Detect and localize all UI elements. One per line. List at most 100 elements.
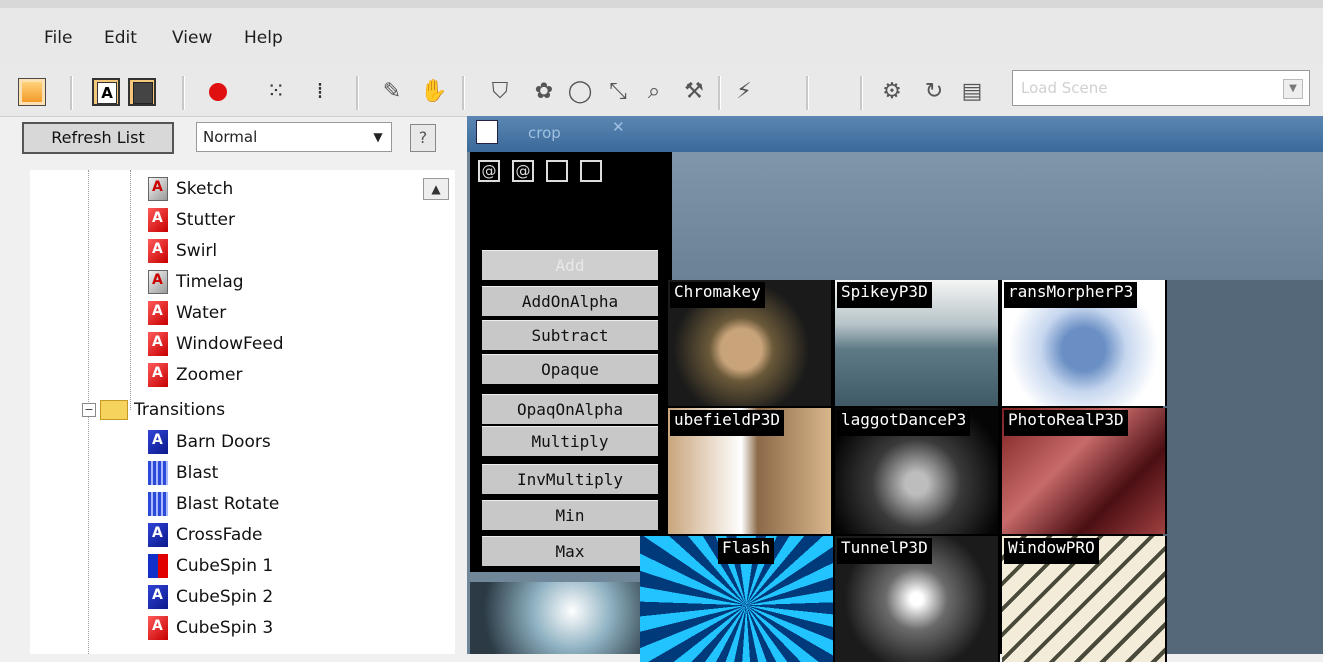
tree-item[interactable]: Barn Doors (148, 426, 271, 457)
viewer-side-area (1163, 280, 1323, 654)
paw-icon[interactable]: ✿ (530, 78, 558, 106)
tree-item-label: CubeSpin 1 (176, 555, 274, 576)
tree-item[interactable]: Water (148, 297, 226, 328)
mode-select[interactable]: Normal ▼ (196, 122, 392, 152)
blend-opaque-button[interactable]: Opaque (482, 354, 658, 384)
toolbar-separator (806, 76, 809, 110)
tree-item[interactable]: Blast (148, 457, 218, 488)
chevron-down-icon[interactable]: ▼ (1283, 79, 1303, 99)
video-layer-button[interactable] (128, 78, 156, 106)
toolbar-separator (70, 76, 73, 110)
menu-help[interactable]: Help (244, 28, 283, 48)
record-button[interactable] (204, 78, 232, 106)
blend-addonalpha-button[interactable]: AddOnAlpha (482, 286, 658, 316)
thumbnail-label: TunnelP3D (837, 538, 932, 564)
tool-icon[interactable]: ⚒ (680, 78, 708, 106)
swirl-icon[interactable]: @ (512, 160, 534, 182)
refresh-list-button[interactable]: Refresh List (22, 122, 174, 154)
tree-item-label: Timelag (176, 271, 244, 292)
tree-item[interactable]: Swirl (148, 235, 217, 266)
tree-item-label: Swirl (176, 240, 218, 261)
help-button[interactable]: ? (410, 124, 436, 152)
effect-thumbnail[interactable]: laggotDanceP3 (835, 408, 1000, 534)
empty-slot-icon[interactable] (580, 160, 602, 182)
tree-item-label: Barn Doors (176, 431, 271, 452)
text-layer-button[interactable]: A (92, 78, 120, 106)
ring-icon[interactable]: ◯ (566, 78, 594, 106)
grid-small-button[interactable]: ⁙ (262, 78, 290, 106)
effect-thumbnail[interactable]: ransMorpherP3 (1002, 280, 1167, 406)
blend-subtract-button[interactable]: Subtract (482, 320, 658, 350)
close-icon[interactable]: ✕ (612, 118, 625, 136)
effect-icon (148, 207, 168, 232)
effect-thumbnail[interactable]: WindowPRO (1002, 536, 1167, 662)
tree-item-label: Sketch (176, 178, 234, 199)
folder-icon (100, 399, 128, 420)
chevron-down-icon[interactable]: ▼ (369, 128, 387, 146)
thumbnail-label: Chromakey (670, 282, 765, 308)
viewer-title: crop (528, 124, 561, 142)
stack-icon[interactable]: ▤ (958, 78, 986, 106)
tree-item[interactable]: CubeSpin 2 (148, 581, 273, 612)
pencil-icon[interactable]: ✎ (378, 78, 406, 106)
effect-thumbnail[interactable]: Chromakey (668, 280, 833, 406)
swirl-icon[interactable]: @ (478, 160, 500, 182)
effect-icon (148, 331, 168, 356)
effect-thumbnail[interactable]: PhotoRealP3D (1002, 408, 1167, 534)
thumbnail-label: WindowPRO (1004, 538, 1099, 564)
empty-slot-icon[interactable] (546, 160, 568, 182)
blend-max-button[interactable]: Max (482, 536, 658, 566)
tree-item-label: Stutter (176, 209, 236, 230)
refresh-icon[interactable]: ↻ (920, 78, 948, 106)
menu-view[interactable]: View (172, 28, 212, 48)
scroll-up-button[interactable]: ▲ (423, 178, 449, 200)
effect-thumbnail[interactable]: TunnelP3D (835, 536, 1000, 662)
blend-opaqonalpha-button[interactable]: OpaqOnAlpha (482, 394, 658, 424)
text-icon: A (97, 82, 117, 104)
window-icon (476, 120, 498, 144)
tree-item-label: CubeSpin 3 (176, 617, 274, 638)
menu-file[interactable]: File (44, 28, 72, 48)
tree-item[interactable]: Stutter (148, 204, 235, 235)
blend-add-button[interactable]: Add (482, 250, 658, 280)
play-button[interactable] (18, 78, 46, 106)
menu-edit[interactable]: Edit (104, 28, 137, 48)
blend-invmultiply-button[interactable]: InvMultiply (482, 464, 658, 494)
grid-large-button[interactable]: ⁞ (306, 78, 334, 106)
tree-item[interactable]: Blast Rotate (148, 488, 279, 519)
viewer-background (670, 152, 1323, 280)
tree-item[interactable]: CubeSpin 1 (148, 550, 273, 581)
toolbar-separator (860, 76, 863, 110)
transition-icon (148, 429, 168, 454)
transition-icon (148, 615, 168, 640)
effect-thumbnail[interactable]: ubefieldP3D (668, 408, 833, 534)
tree-item[interactable]: Zoomer (148, 359, 242, 390)
tree-item[interactable]: Timelag (148, 266, 244, 297)
blend-multiply-button[interactable]: Multiply (482, 426, 658, 456)
search-icon[interactable]: ⌕ (640, 78, 668, 106)
hand-icon[interactable]: ✋ (420, 78, 448, 106)
collapse-toggle[interactable]: − (82, 403, 96, 417)
thumbnail-label: ransMorpherP3 (1004, 282, 1138, 308)
tree-item[interactable]: Sketch (148, 173, 233, 204)
effect-thumbnail[interactable]: Flash (640, 536, 835, 662)
tree-item[interactable]: CrossFade (148, 519, 263, 550)
move-icon[interactable]: ⤡ (604, 78, 632, 106)
tree-item[interactable]: CubeSpin 3 (148, 612, 273, 643)
shield-icon[interactable]: ⛉ (486, 78, 514, 106)
thumbnail-label: PhotoRealP3D (1004, 410, 1128, 436)
scene-select[interactable]: Load Scene ▼ (1012, 70, 1310, 106)
tree-folder-transitions[interactable]: Transitions (100, 394, 225, 425)
menu-bar: File Edit View Help (0, 8, 1323, 64)
tree-item[interactable]: WindowFeed (148, 328, 284, 359)
tree-item-label: Transitions (134, 399, 226, 420)
gear-icon[interactable]: ⚙ (878, 78, 906, 106)
preview-thumbnail[interactable] (470, 582, 640, 654)
wand-icon[interactable]: ⚡ (730, 78, 758, 106)
tree-item-label: Blast Rotate (176, 493, 280, 514)
effect-icon (148, 238, 168, 263)
effect-thumbnail[interactable]: SpikeyP3D (835, 280, 1000, 406)
blend-min-button[interactable]: Min (482, 500, 658, 530)
toolbar-separator (356, 76, 359, 110)
toolbar-separator (462, 76, 465, 110)
